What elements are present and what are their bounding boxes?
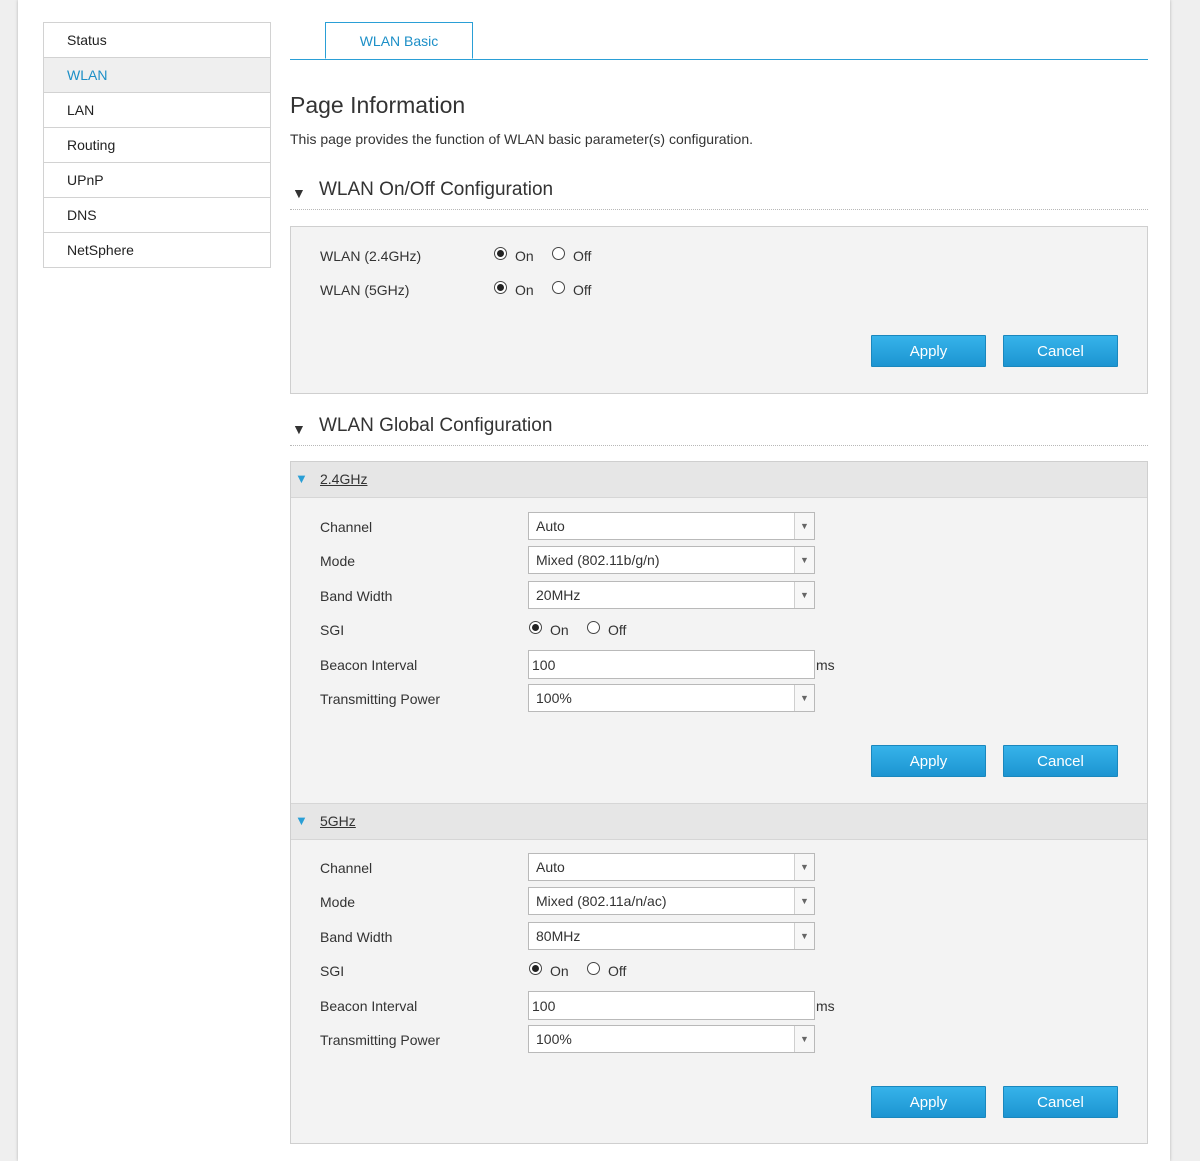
chevron-down-icon: ▼ bbox=[794, 888, 814, 914]
wlan-24-off-label: Off bbox=[573, 248, 592, 264]
select-value: 100% bbox=[536, 690, 572, 706]
band-24-beacon-input[interactable] bbox=[528, 650, 815, 679]
select-value: Auto bbox=[536, 859, 565, 875]
wlan-5-on-radio[interactable] bbox=[494, 281, 507, 294]
band-24-channel-select[interactable]: Auto ▼ bbox=[528, 512, 815, 540]
band-24-header[interactable]: ▼ 2.4GHz bbox=[291, 462, 1147, 498]
band-24-beacon-label: Beacon Interval bbox=[320, 657, 418, 673]
band-24-cancel-button[interactable]: Cancel bbox=[1003, 745, 1118, 777]
tab-bar: WLAN Basic bbox=[290, 22, 1148, 60]
band-24-mode-label: Mode bbox=[320, 553, 356, 569]
band-24-title[interactable]: 2.4GHz bbox=[320, 471, 367, 487]
band-5-beacon-input[interactable] bbox=[528, 991, 815, 1020]
wlan-24-off-radio[interactable] bbox=[552, 247, 565, 260]
triangle-down-blue-icon: ▼ bbox=[295, 813, 308, 828]
band-5-cancel-button[interactable]: Cancel bbox=[1003, 1086, 1118, 1118]
band-24-bandwidth-select[interactable]: 20MHz ▼ bbox=[528, 581, 815, 609]
band-24-channel-label: Channel bbox=[320, 519, 373, 535]
band-24-sgi-off-label: Off bbox=[608, 622, 627, 638]
band-5-channel-label: Channel bbox=[320, 860, 373, 876]
page-description: This page provides the function of WLAN … bbox=[290, 131, 754, 147]
chevron-down-icon: ▼ bbox=[794, 582, 814, 608]
select-value: 100% bbox=[536, 1031, 572, 1047]
wlan-5-off-radio[interactable] bbox=[552, 281, 565, 294]
band-24-power-label: Transmitting Power bbox=[320, 691, 441, 707]
tab-wlan-basic[interactable]: WLAN Basic bbox=[325, 22, 473, 59]
band-24-sgi-on-label: On bbox=[550, 622, 569, 638]
onoff-section-title: WLAN On/Off Configuration bbox=[319, 179, 554, 200]
page-title: Page Information bbox=[290, 92, 466, 118]
wlan-5-on-label: On bbox=[515, 282, 534, 298]
sidebar-item-lan[interactable]: LAN bbox=[44, 93, 270, 128]
band-5-apply-button[interactable]: Apply bbox=[871, 1086, 986, 1118]
band-5-power-select[interactable]: 100% ▼ bbox=[528, 1025, 815, 1053]
triangle-down-icon: ▼ bbox=[292, 185, 306, 201]
band-5-sgi-label: SGI bbox=[320, 963, 345, 979]
onoff-cancel-button[interactable]: Cancel bbox=[1003, 335, 1118, 367]
onoff-panel: WLAN (2.4GHz) On Off WLAN (5GHz) On Off … bbox=[290, 226, 1148, 394]
sidebar-menu: Status WLAN LAN Routing UPnP DNS NetSphe… bbox=[43, 22, 271, 268]
band-24-power-select[interactable]: 100% ▼ bbox=[528, 684, 815, 712]
band-5-beacon-unit: ms bbox=[816, 998, 835, 1014]
band-5-sgi-on-label: On bbox=[550, 963, 569, 979]
band-5-power-label: Transmitting Power bbox=[320, 1032, 441, 1048]
band-5-bandwidth-label: Band Width bbox=[320, 929, 393, 945]
wlan-5-label: WLAN (5GHz) bbox=[320, 282, 410, 298]
triangle-down-icon: ▼ bbox=[292, 421, 306, 437]
sidebar-item-status[interactable]: Status bbox=[44, 23, 270, 58]
band-24-sgi-label: SGI bbox=[320, 622, 345, 638]
select-value: Auto bbox=[536, 518, 565, 534]
chevron-down-icon: ▼ bbox=[794, 685, 814, 711]
sidebar-item-routing[interactable]: Routing bbox=[44, 128, 270, 163]
chevron-down-icon: ▼ bbox=[794, 513, 814, 539]
main-page: Status WLAN LAN Routing UPnP DNS NetSphe… bbox=[18, 0, 1170, 1161]
band-24-apply-button[interactable]: Apply bbox=[871, 745, 986, 777]
band-5-title[interactable]: 5GHz bbox=[320, 813, 356, 829]
global-section-header[interactable]: ▼ WLAN Global Configuration bbox=[290, 415, 1148, 446]
chevron-down-icon: ▼ bbox=[794, 1026, 814, 1052]
band-24-beacon-unit: ms bbox=[816, 657, 835, 673]
wlan-24-label: WLAN (2.4GHz) bbox=[320, 248, 422, 264]
band-5-bandwidth-select[interactable]: 80MHz ▼ bbox=[528, 922, 815, 950]
triangle-down-blue-icon: ▼ bbox=[295, 471, 308, 486]
select-value: Mixed (802.11b/g/n) bbox=[536, 552, 660, 568]
sidebar-item-netsphere[interactable]: NetSphere bbox=[44, 233, 270, 268]
sidebar-item-wlan[interactable]: WLAN bbox=[44, 58, 270, 93]
wlan-24-on-label: On bbox=[515, 248, 534, 264]
band-24-bandwidth-label: Band Width bbox=[320, 588, 393, 604]
band-24-mode-select[interactable]: Mixed (802.11b/g/n) ▼ bbox=[528, 546, 815, 574]
band-24-sgi-off-radio[interactable] bbox=[587, 621, 600, 634]
band-5-sgi-on-radio[interactable] bbox=[529, 962, 542, 975]
chevron-down-icon: ▼ bbox=[794, 923, 814, 949]
onoff-section-header[interactable]: ▼ WLAN On/Off Configuration bbox=[290, 179, 1148, 210]
band-5-mode-select[interactable]: Mixed (802.11a/n/ac) ▼ bbox=[528, 887, 815, 915]
sidebar-item-upnp[interactable]: UPnP bbox=[44, 163, 270, 198]
band-5-channel-select[interactable]: Auto ▼ bbox=[528, 853, 815, 881]
band-24-sgi-on-radio[interactable] bbox=[529, 621, 542, 634]
select-value: 80MHz bbox=[536, 928, 581, 944]
global-section-title: WLAN Global Configuration bbox=[319, 415, 553, 436]
band-5-mode-label: Mode bbox=[320, 894, 356, 910]
select-value: Mixed (802.11a/n/ac) bbox=[536, 893, 667, 909]
wlan-5-off-label: Off bbox=[573, 282, 592, 298]
chevron-down-icon: ▼ bbox=[794, 547, 814, 573]
band-5-header[interactable]: ▼ 5GHz bbox=[291, 803, 1147, 840]
band-5-beacon-label: Beacon Interval bbox=[320, 998, 418, 1014]
onoff-apply-button[interactable]: Apply bbox=[871, 335, 986, 367]
select-value: 20MHz bbox=[536, 587, 581, 603]
band-5-sgi-off-radio[interactable] bbox=[587, 962, 600, 975]
chevron-down-icon: ▼ bbox=[794, 854, 814, 880]
wlan-24-on-radio[interactable] bbox=[494, 247, 507, 260]
global-panel: ▼ 2.4GHz Channel Auto ▼ Mode Mixed (802.… bbox=[290, 461, 1148, 1144]
band-5-sgi-off-label: Off bbox=[608, 963, 627, 979]
sidebar-item-dns[interactable]: DNS bbox=[44, 198, 270, 233]
